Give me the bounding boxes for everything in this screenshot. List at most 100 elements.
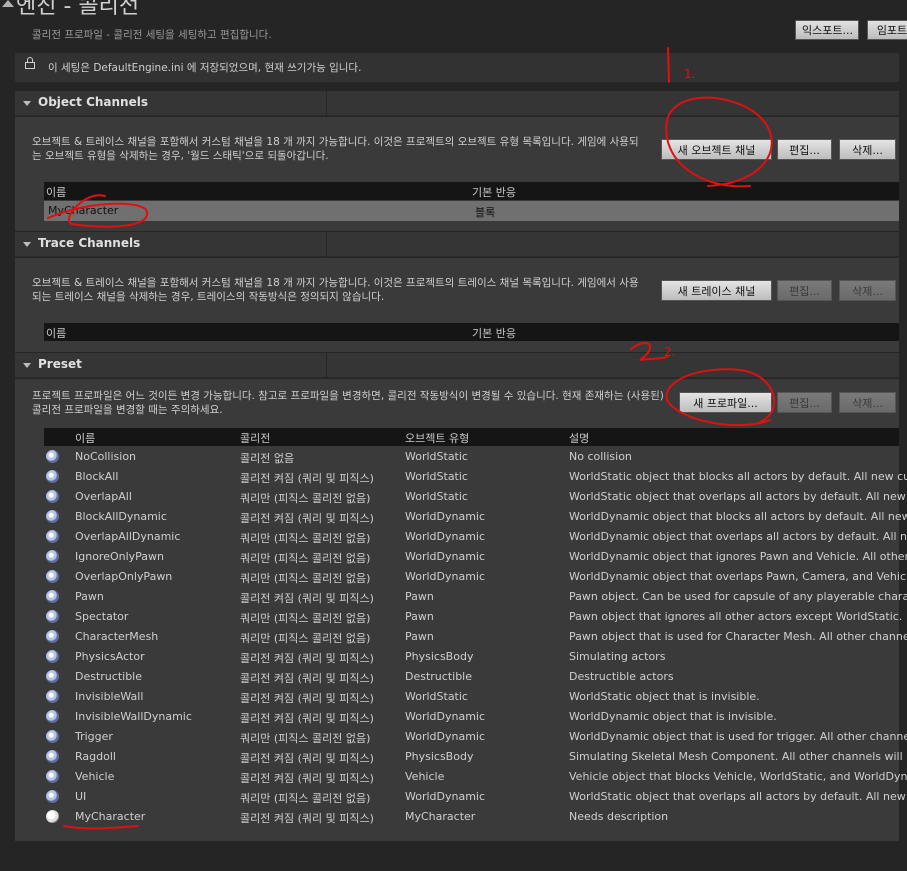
edit-object-channel-button[interactable]: 편집... <box>777 139 832 160</box>
column-divider <box>326 353 327 378</box>
profile-object-type: WorldDynamic <box>405 530 486 543</box>
profile-name: Vehicle <box>75 770 115 783</box>
profile-object-type: Vehicle <box>405 770 445 783</box>
new-profile-button[interactable]: 새 프로파일... <box>679 392 772 413</box>
preset-header[interactable]: Preset <box>15 353 899 378</box>
profile-collision: 쿼리만 (피직스 콜리전 없음) <box>240 572 371 585</box>
profile-object-type: WorldDynamic <box>405 550 486 563</box>
profile-collision: 콜리전 켜짐 (쿼리 및 피직스) <box>240 752 374 765</box>
new-object-channel-button[interactable]: 새 오브젝트 채널 <box>661 139 772 160</box>
expand-arrow-icon <box>23 363 31 368</box>
profile-description: WorldDynamic object that overlaps all ac… <box>569 530 907 543</box>
table-row[interactable]: MyCharacter 콜리전 켜짐 (쿼리 및 피직스) MyCharacter N… <box>44 807 907 827</box>
table-row[interactable]: OverlapAll 쿼리만 (피직스 콜리전 없음) WorldStatic Wor… <box>44 487 907 507</box>
profile-description: WorldDynamic object that blocks all acto… <box>569 510 907 523</box>
profile-description: WorldDynamic object that ignores Pawn an… <box>569 550 907 563</box>
profile-icon <box>46 510 59 523</box>
table-row[interactable]: Pawn 콜리전 켜짐 (쿼리 및 피직스) Pawn Pawn object. Ca… <box>44 587 907 607</box>
profile-name: InvisibleWall <box>75 690 144 703</box>
collapse-arrow-icon[interactable] <box>2 0 14 7</box>
profile-description: Pawn object. Can be used for capsule of … <box>569 590 907 603</box>
table-row[interactable]: NoCollision 콜리전 없음 WorldStatic No collision <box>44 447 907 467</box>
profile-name: UI <box>75 790 87 803</box>
delete-trace-channel-button[interactable]: 삭제... <box>839 280 896 301</box>
profile-name: InvisibleWallDynamic <box>75 710 192 723</box>
object-channels-table-header: 이름 기본 반응 <box>44 182 899 200</box>
edit-trace-channel-button[interactable]: 편집... <box>777 280 832 301</box>
table-row[interactable]: MyCharacter 블록 <box>44 201 899 221</box>
table-row[interactable]: Destructible 콜리전 켜짐 (쿼리 및 피직스) Destructibl… <box>44 667 907 687</box>
profile-object-type: WorldDynamic <box>405 710 486 723</box>
profile-name: BlockAll <box>75 470 119 483</box>
table-row[interactable]: CharacterMesh 쿼리만 (피직스 콜리전 없음) Pawn Pawn ob… <box>44 627 907 647</box>
channel-name: MyCharacter <box>48 204 119 217</box>
profile-object-type: WorldDynamic <box>405 790 486 803</box>
trace-channels-header[interactable]: Trace Channels <box>15 232 899 257</box>
profile-icon <box>46 590 59 603</box>
trace-channels-title: Trace Channels <box>38 236 141 250</box>
profile-collision: 콜리전 켜짐 (쿼리 및 피직스) <box>240 652 374 665</box>
profile-icon <box>46 790 59 803</box>
object-channels-title: Object Channels <box>38 95 148 109</box>
table-row[interactable]: Trigger 쿼리만 (피직스 콜리전 없음) WorldDynamic World… <box>44 727 907 747</box>
profile-object-type: WorldStatic <box>405 450 468 463</box>
profile-description: WorldStatic object that is invisible. <box>569 690 760 703</box>
profile-icon <box>46 690 59 703</box>
profile-object-type: WorldDynamic <box>405 730 486 743</box>
table-row[interactable]: Vehicle 콜리전 켜짐 (쿼리 및 피직스) Vehicle Vehicle o… <box>44 767 907 787</box>
export-button[interactable]: 익스포트... <box>795 20 859 40</box>
table-row[interactable]: InvisibleWall 콜리전 켜짐 (쿼리 및 피직스) WorldStati… <box>44 687 907 707</box>
trace-channels-description: 오브젝트 & 트레이스 채널을 포함해서 커스텀 채널을 18 개 까지 가능합… <box>32 277 639 303</box>
page-subtitle: 콜리전 프로파일 - 콜리전 세팅을 세팅하고 편집합니다. <box>32 29 272 41</box>
object-channels-description: 오브젝트 & 트레이스 채널을 포함해서 커스텀 채널을 18 개 까지 가능합… <box>32 136 639 162</box>
column-divider <box>326 232 327 257</box>
profile-description: Needs description <box>569 810 669 823</box>
table-row[interactable]: BlockAllDynamic 콜리전 켜짐 (쿼리 및 피직스) WorldDyn… <box>44 507 907 527</box>
table-row[interactable]: OverlapOnlyPawn 쿼리만 (피직스 콜리전 없음) WorldDyna… <box>44 567 907 587</box>
profile-object-type: Pawn <box>405 590 434 603</box>
column-header-name: 이름 <box>75 432 96 445</box>
profile-collision: 콜리전 켜짐 (쿼리 및 피직스) <box>240 772 374 785</box>
page-title: 엔진 - 콜리전 <box>16 0 140 19</box>
profile-icon <box>46 650 59 663</box>
profile-object-type: Pawn <box>405 610 434 623</box>
object-channels-header[interactable]: Object Channels <box>15 91 899 116</box>
profile-object-type: PhysicsBody <box>405 650 474 663</box>
profile-icon <box>46 490 59 503</box>
profile-collision: 쿼리만 (피직스 콜리전 없음) <box>240 732 371 745</box>
profile-description: WorldStatic object that overlaps all act… <box>569 790 907 803</box>
profile-name: PhysicsActor <box>75 650 145 663</box>
profile-icon <box>46 570 59 583</box>
profile-icon <box>46 810 59 823</box>
table-row[interactable]: OverlapAllDynamic 쿼리만 (피직스 콜리전 없음) WorldDy… <box>44 527 907 547</box>
profile-name: OverlapAll <box>75 490 132 503</box>
profile-description: Simulating actors <box>569 650 666 663</box>
table-row[interactable]: Spectator 쿼리만 (피직스 콜리전 없음) Pawn Pawn object… <box>44 607 907 627</box>
profile-description: Simulating Skeletal Mesh Component. All … <box>569 750 907 763</box>
profile-description: WorldDynamic object that is invisible. <box>569 710 777 723</box>
trace-channels-table-header: 이름 기본 반응 <box>44 323 899 341</box>
column-divider <box>326 91 327 116</box>
profile-description: No collision <box>569 450 632 463</box>
delete-object-channel-button[interactable]: 삭제... <box>839 139 896 160</box>
column-header-response: 기본 반응 <box>472 327 516 340</box>
preset-description: 프로젝트 프로파일은 어느 것이든 변경 가능합니다. 참고로 프로파일을 변경… <box>32 390 664 416</box>
edit-profile-button[interactable]: 편집... <box>777 392 832 413</box>
new-trace-channel-button[interactable]: 새 트레이스 채널 <box>661 280 772 301</box>
profile-collision: 쿼리만 (피직스 콜리전 없음) <box>240 792 371 805</box>
expand-arrow-icon <box>23 242 31 247</box>
profile-icon <box>46 450 59 463</box>
profile-object-type: WorldDynamic <box>405 570 486 583</box>
table-row[interactable]: Ragdoll 콜리전 켜짐 (쿼리 및 피직스) PhysicsBody Simul… <box>44 747 907 767</box>
table-row[interactable]: PhysicsActor 콜리전 켜짐 (쿼리 및 피직스) PhysicsBody… <box>44 647 907 667</box>
profile-collision: 콜리전 켜짐 (쿼리 및 피직스) <box>240 712 374 725</box>
table-row[interactable]: BlockAll 콜리전 켜짐 (쿼리 및 피직스) WorldStatic Worl… <box>44 467 907 487</box>
import-button[interactable]: 임포트 <box>867 20 907 40</box>
delete-profile-button[interactable]: 삭제... <box>839 392 896 413</box>
profile-object-type: WorldStatic <box>405 490 468 503</box>
table-row[interactable]: InvisibleWallDynamic 콜리전 켜짐 (쿼리 및 피직스) Wor… <box>44 707 907 727</box>
table-row[interactable]: IgnoreOnlyPawn 쿼리만 (피직스 콜리전 없음) WorldDynam… <box>44 547 907 567</box>
profile-name: Pawn <box>75 590 104 603</box>
table-row[interactable]: UI 쿼리만 (피직스 콜리전 없음) WorldDynamic WorldStati… <box>44 787 907 807</box>
channel-response: 블록 <box>475 206 496 219</box>
